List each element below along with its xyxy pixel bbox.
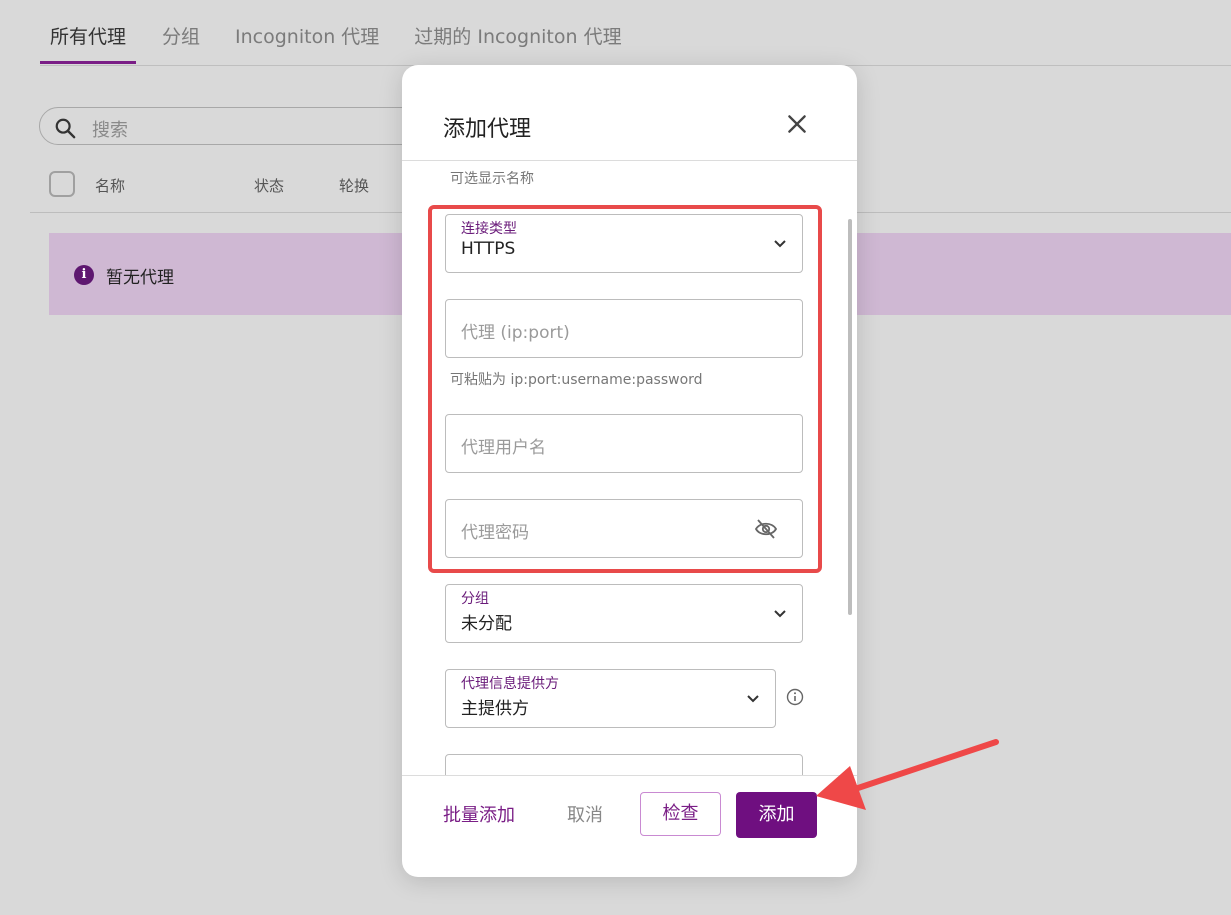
search-icon: [55, 118, 76, 139]
display-name-hint: 可选显示名称: [450, 171, 534, 187]
proxy-password-field[interactable]: 代理密码: [445, 499, 803, 558]
tab-all-proxies[interactable]: 所有代理: [40, 10, 137, 66]
provider-label: 代理信息提供方: [461, 676, 559, 692]
chevron-down-icon: [774, 610, 786, 618]
scrollbar[interactable]: [848, 219, 852, 615]
dialog-title: 添加代理: [443, 117, 532, 142]
check-button[interactable]: 检查: [640, 792, 721, 836]
group-label: 分组: [461, 591, 489, 607]
proxy-username-placeholder: 代理用户名: [461, 438, 546, 458]
dialog-body: 可选显示名称 连接类型 HTTPS 代理 (ip:port) 可粘贴为 ip:p…: [402, 161, 857, 775]
close-icon[interactable]: [784, 111, 810, 137]
tab-incogniton-proxies[interactable]: Incogniton 代理: [235, 10, 379, 66]
provider-value: 主提供方: [461, 699, 529, 719]
proxy-address-hint: 可粘贴为 ip:port:username:password: [450, 372, 703, 388]
cancel-button[interactable]: 取消: [567, 801, 603, 827]
footer-divider: [402, 775, 857, 776]
tab-bar: 所有代理 分组 Incogniton 代理 过期的 Incogniton 代理: [40, 10, 657, 66]
group-select[interactable]: 分组 未分配: [445, 584, 803, 643]
column-status[interactable]: 状态: [254, 175, 284, 196]
provider-select[interactable]: 代理信息提供方 主提供方: [445, 669, 776, 728]
info-icon: i: [74, 265, 94, 285]
proxy-username-field[interactable]: 代理用户名: [445, 414, 803, 473]
additional-field-partial[interactable]: [445, 754, 803, 775]
connection-type-select[interactable]: 连接类型 HTTPS: [445, 214, 803, 273]
tab-expired-incogniton-proxies[interactable]: 过期的 Incogniton 代理: [414, 10, 621, 66]
tab-groups[interactable]: 分组: [162, 10, 200, 66]
search-placeholder: 搜索: [92, 120, 128, 141]
bulk-add-button[interactable]: 批量添加: [443, 801, 515, 827]
group-value: 未分配: [461, 614, 512, 634]
add-proxy-dialog: 添加代理 可选显示名称 连接类型 HTTPS 代理 (ip:port) 可粘贴为…: [402, 65, 857, 877]
connection-type-value: HTTPS: [461, 239, 516, 259]
column-name[interactable]: 名称: [95, 175, 125, 196]
empty-state-text: 暂无代理: [106, 268, 174, 288]
column-rotation[interactable]: 轮换: [339, 175, 369, 196]
proxy-address-field[interactable]: 代理 (ip:port): [445, 299, 803, 358]
chevron-down-icon: [747, 695, 759, 703]
proxy-password-placeholder: 代理密码: [461, 523, 529, 543]
eye-off-icon[interactable]: [754, 518, 778, 540]
search-input[interactable]: 搜索: [39, 107, 459, 145]
info-outline-icon[interactable]: [786, 688, 804, 706]
connection-type-label: 连接类型: [461, 221, 517, 237]
add-button[interactable]: 添加: [736, 792, 817, 838]
chevron-down-icon: [774, 240, 786, 248]
select-all-checkbox[interactable]: [49, 171, 75, 197]
proxy-address-placeholder: 代理 (ip:port): [461, 323, 570, 343]
